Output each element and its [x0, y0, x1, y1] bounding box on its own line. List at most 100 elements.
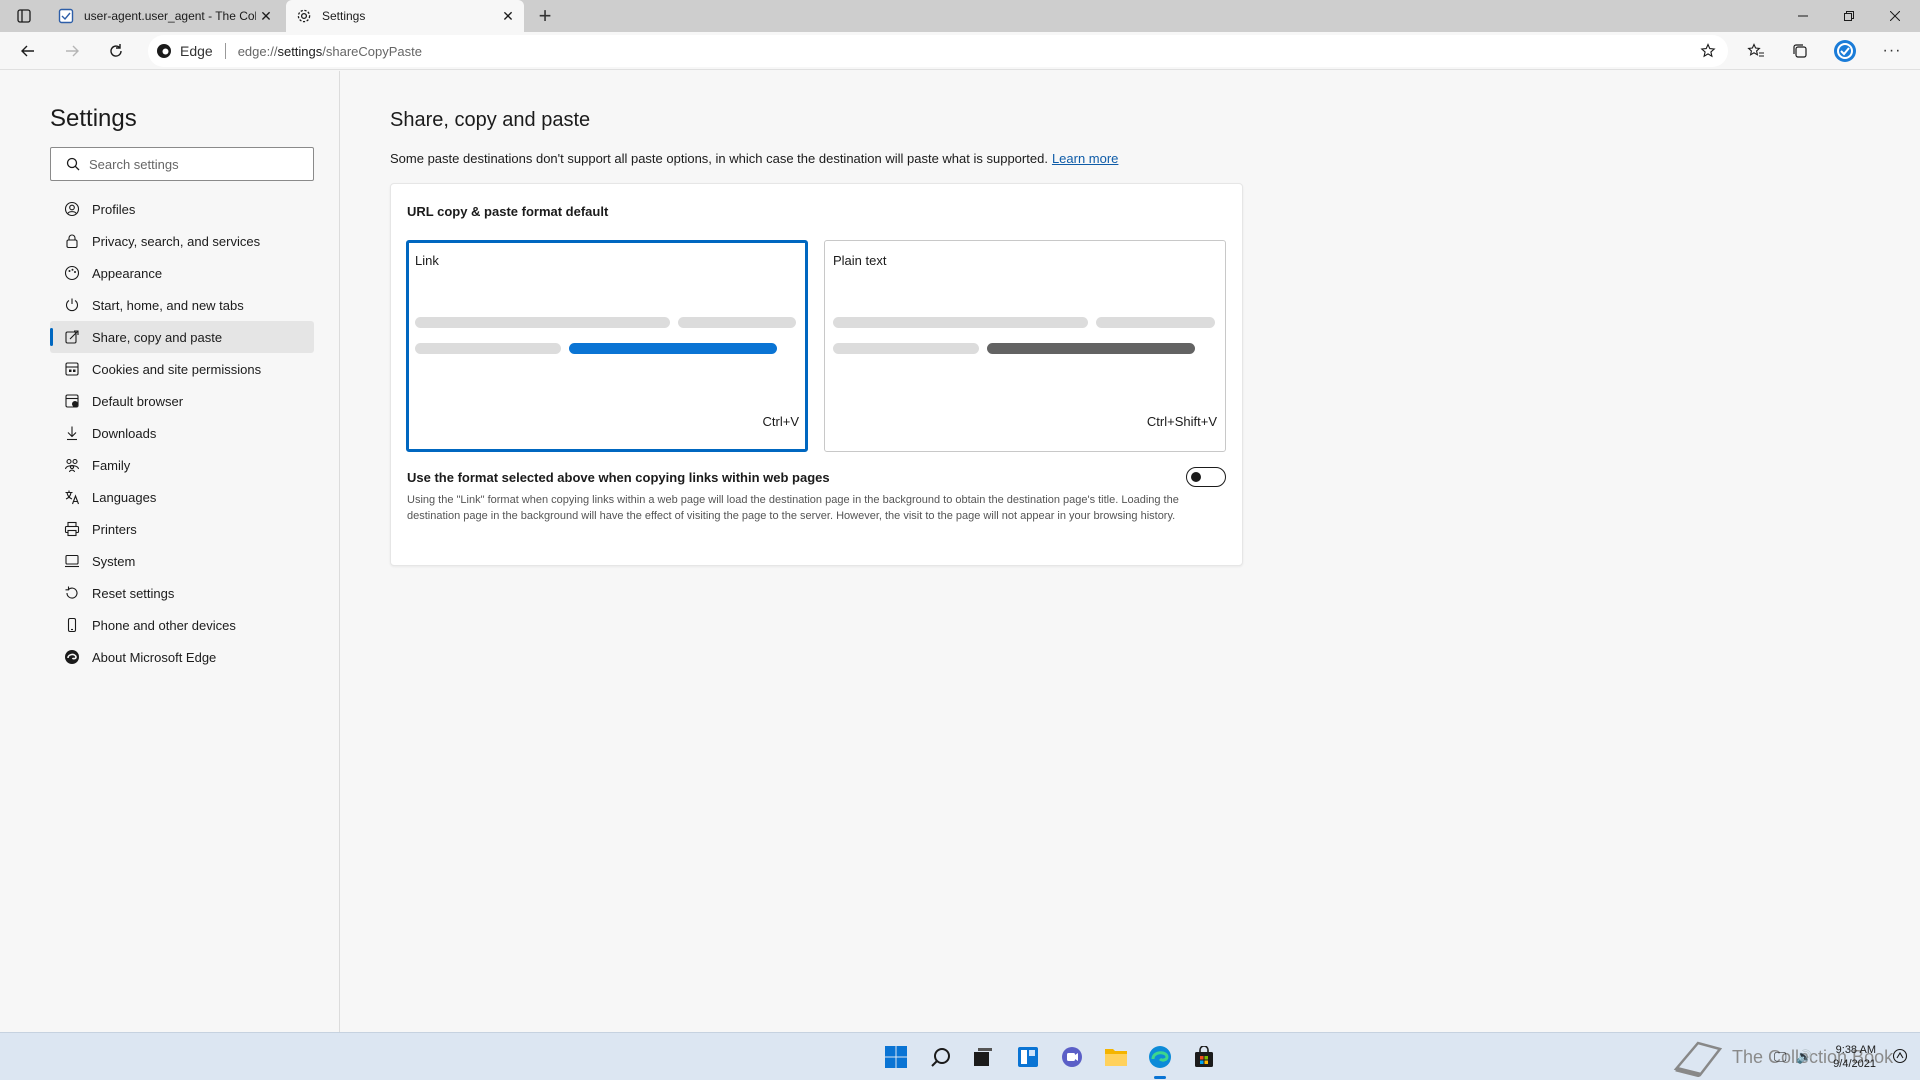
option-label: Link [415, 253, 439, 268]
option-label: Plain text [833, 253, 887, 268]
back-arrow-icon [21, 45, 34, 57]
search-icon[interactable] [925, 1041, 957, 1073]
sidebar-item-share-copy-paste[interactable]: Share, copy and paste [50, 321, 314, 353]
sidebar-item-profiles[interactable]: Profiles [50, 193, 314, 225]
tab-user-agent[interactable]: user-agent.user_agent - The Coll ✕ [48, 0, 282, 32]
plain-text-format-option[interactable]: Plain text Ctrl+Shift+V [824, 240, 1226, 452]
close-window-button[interactable] [1872, 0, 1918, 32]
sidebar-item-start-home[interactable]: Start, home, and new tabs [50, 289, 314, 321]
close-tab-icon[interactable]: ✕ [498, 6, 518, 26]
learn-more-link[interactable]: Learn more [1052, 151, 1118, 166]
address-separator [224, 43, 226, 59]
favorites-button[interactable] [1740, 35, 1772, 67]
url-text[interactable]: edge://settings/shareCopyPaste [238, 44, 422, 59]
sidebar-item-downloads[interactable]: Downloads [50, 417, 314, 449]
sidebar-item-label: Downloads [92, 425, 157, 441]
star-add-icon [1700, 43, 1716, 58]
back-button[interactable] [12, 35, 44, 67]
plus-icon: + [538, 3, 552, 28]
family-icon [64, 457, 80, 473]
sidebar-item-label: Phone and other devices [92, 617, 236, 633]
more-dots-icon: ··· [1882, 42, 1902, 59]
collections-icon [1793, 44, 1807, 58]
search-icon [57, 157, 89, 171]
profile-button[interactable] [1829, 35, 1861, 67]
sidebar-item-languages[interactable]: Languages [50, 481, 314, 513]
sidebar-item-label: Family [92, 457, 131, 473]
clock-time: 9:38 AM [1835, 1044, 1876, 1056]
sidebar-item-about[interactable]: About Microsoft Edge [50, 641, 314, 673]
edge-badge: Edge [156, 43, 213, 59]
refresh-button[interactable] [100, 35, 132, 67]
search-input[interactable] [89, 156, 289, 172]
add-favorite-button[interactable] [1696, 39, 1720, 63]
collections-button[interactable] [1784, 35, 1816, 67]
settings-nav: Profiles Privacy, search, and services A… [50, 193, 314, 673]
share-icon [64, 329, 80, 345]
sidebar-item-printers[interactable]: Printers [50, 513, 314, 545]
restore-button[interactable] [1826, 0, 1872, 32]
taskbar: The Collection Book 🖵 🔊 9:38 AM 9/4/2021 [0, 1032, 1920, 1080]
preview-bar [1096, 317, 1215, 328]
system-icon [64, 553, 80, 569]
use-format-toggle[interactable] [1186, 467, 1226, 487]
store-icon[interactable] [1188, 1041, 1220, 1073]
chat-icon[interactable] [1056, 1041, 1088, 1073]
preview-bar [678, 317, 796, 328]
notification-icon[interactable] [1892, 1048, 1908, 1069]
sidebar-item-label: About Microsoft Edge [92, 649, 217, 665]
edge-icon [64, 649, 80, 665]
description-text: Some paste destinations don't support al… [390, 151, 1048, 166]
link-preview-bar [569, 343, 777, 354]
url-host: settings [277, 43, 323, 59]
sidebar-item-privacy[interactable]: Privacy, search, and services [50, 225, 314, 257]
cookies-icon [64, 361, 80, 377]
printer-icon [64, 521, 80, 537]
toggle-title: Use the format selected above when copyi… [407, 470, 830, 485]
new-tab-button[interactable]: + [532, 3, 558, 29]
sidebar-item-reset[interactable]: Reset settings [50, 577, 314, 609]
sidebar-item-label: Default browser [92, 393, 184, 409]
forward-arrow-icon [66, 45, 79, 57]
url-format-card: URL copy & paste format default Link Ctr… [390, 183, 1243, 566]
address-bar[interactable]: Edge edge://settings/shareCopyPaste [148, 35, 1728, 67]
sidebar-item-default-browser[interactable]: Default browser [50, 385, 314, 417]
sidebar-item-family[interactable]: Family [50, 449, 314, 481]
file-explorer-icon[interactable] [1100, 1041, 1132, 1073]
forward-button[interactable] [56, 35, 88, 67]
sidebar-item-label: Languages [92, 489, 157, 505]
sidebar-item-phone[interactable]: Phone and other devices [50, 609, 314, 641]
toggle-description: Using the "Link" format when copying lin… [407, 494, 1179, 522]
task-view-icon[interactable] [967, 1041, 999, 1073]
tab-actions-button[interactable] [8, 0, 40, 32]
clock-date: 9/4/2021 [1833, 1058, 1876, 1070]
more-options-button[interactable]: ··· [1876, 35, 1908, 67]
minimize-icon [1798, 15, 1808, 17]
tray-volume-icon[interactable]: 🔊 [1796, 1049, 1812, 1065]
preview-bar [833, 343, 979, 354]
close-tab-icon[interactable]: ✕ [256, 6, 276, 26]
search-box[interactable] [50, 147, 314, 181]
sidebar-item-label: Printers [92, 521, 137, 537]
windows-start-icon[interactable] [880, 1041, 912, 1073]
shortcut-label: Ctrl+Shift+V [1146, 414, 1217, 429]
url-prefix: edge:// [237, 43, 278, 59]
tab-strip: user-agent.user_agent - The Coll ✕ Setti… [0, 0, 1920, 32]
download-icon [64, 425, 80, 441]
tray-network-icon[interactable]: 🖵 [1774, 1049, 1787, 1065]
sidebar-item-label: Start, home, and new tabs [92, 297, 244, 313]
phone-icon [64, 617, 80, 633]
system-clock[interactable]: 9:38 AM 9/4/2021 [1833, 1043, 1876, 1071]
sidebar-item-appearance[interactable]: Appearance [50, 257, 314, 289]
link-format-option[interactable]: Link Ctrl+V [406, 240, 808, 452]
sidebar-item-label: System [92, 553, 136, 569]
edge-icon[interactable] [1144, 1041, 1176, 1079]
tab-settings[interactable]: Settings ✕ [286, 0, 524, 32]
widgets-icon[interactable] [1012, 1041, 1044, 1073]
sidebar-item-label: Appearance [92, 265, 163, 281]
sidebar-item-system[interactable]: System [50, 545, 314, 577]
plain-text-preview-bar [987, 343, 1195, 354]
tab-actions-icon [17, 9, 31, 23]
minimize-button[interactable] [1780, 0, 1826, 32]
sidebar-item-cookies[interactable]: Cookies and site permissions [50, 353, 314, 385]
